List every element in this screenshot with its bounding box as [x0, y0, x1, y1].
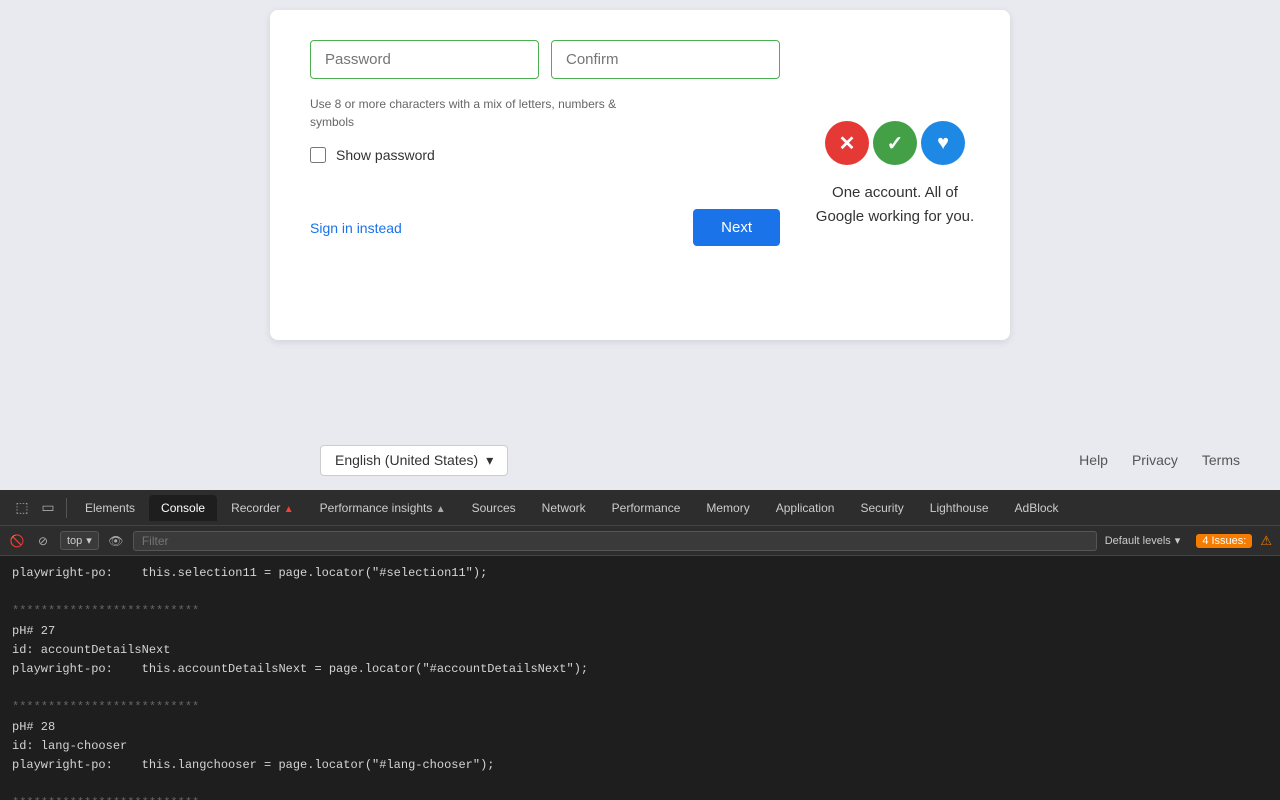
tab-application[interactable]: Application	[764, 495, 847, 521]
lang-chevron-icon: ▾	[486, 452, 493, 469]
password-input[interactable]	[310, 40, 539, 79]
console-line-5	[12, 679, 1268, 698]
card-left: Use 8 or more characters with a mix of l…	[310, 40, 780, 310]
lang-selector[interactable]: English (United States) ▾	[320, 445, 508, 476]
default-levels-chevron-icon: ▾	[1175, 534, 1181, 547]
page-footer: English (United States) ▾ Help Privacy T…	[0, 430, 1280, 490]
console-line-0: playwright-po: this.selection11 = page.l…	[12, 564, 1268, 583]
default-levels-selector[interactable]: Default levels ▾	[1105, 534, 1181, 547]
console-separator-1: **************************	[12, 602, 1268, 621]
issues-badge[interactable]: 4 Issues:	[1196, 534, 1252, 548]
default-levels-label: Default levels	[1105, 535, 1171, 547]
tab-console[interactable]: Console	[149, 495, 217, 521]
tab-security[interactable]: Security	[848, 495, 915, 521]
show-password-label: Show password	[336, 147, 435, 163]
clear-console-icon[interactable]: 🚫	[8, 532, 26, 550]
top-frame-selector[interactable]: top ▾	[60, 531, 99, 550]
logo-green-icon: ✓	[873, 121, 917, 165]
show-password-row: Show password	[310, 147, 780, 163]
console-output[interactable]: playwright-po: this.selection11 = page.l…	[0, 556, 1280, 800]
privacy-link[interactable]: Privacy	[1132, 452, 1178, 468]
devtools-panel: ⬚ ▭ Elements Console Recorder ▲ Performa…	[0, 490, 1280, 800]
show-password-checkbox[interactable]	[310, 147, 326, 163]
console-line-6: pH# 28	[12, 718, 1268, 737]
tab-lighthouse[interactable]: Lighthouse	[918, 495, 1001, 521]
console-line-7: id: lang-chooser	[12, 737, 1268, 756]
console-separator-2: **************************	[12, 698, 1268, 717]
devtools-device-icon[interactable]: ▭	[38, 498, 58, 518]
google-logo-area: ✕ ✓ ♥	[825, 121, 965, 165]
next-button[interactable]: Next	[693, 209, 780, 246]
filter-input[interactable]	[133, 531, 1097, 551]
password-row	[310, 40, 780, 79]
console-line-4: playwright-po: this.accountDetailsNext =…	[12, 660, 1268, 679]
top-dropdown-icon: ▾	[86, 534, 92, 547]
console-line-8: playwright-po: this.langchooser = page.l…	[12, 756, 1268, 775]
tab-memory[interactable]: Memory	[694, 495, 761, 521]
console-line-3: id: accountDetailsNext	[12, 641, 1268, 660]
confirm-input[interactable]	[551, 40, 780, 79]
account-card: Use 8 or more characters with a mix of l…	[270, 10, 1010, 340]
main-page-area: Use 8 or more characters with a mix of l…	[0, 0, 1280, 430]
help-link[interactable]: Help	[1079, 452, 1108, 468]
card-right: ✕ ✓ ♥ One account. All of Google working…	[810, 40, 980, 310]
perf-insights-triangle-icon: ▲	[436, 504, 446, 515]
tab-adblock[interactable]: AdBlock	[1003, 495, 1071, 521]
tab-elements[interactable]: Elements	[73, 495, 147, 521]
password-hint: Use 8 or more characters with a mix of l…	[310, 95, 630, 131]
tab-performance-insights[interactable]: Performance insights ▲	[308, 495, 458, 521]
eye-icon[interactable]: 👁	[107, 532, 125, 550]
console-separator-3: **************************	[12, 794, 1268, 800]
tab-recorder[interactable]: Recorder ▲	[219, 495, 306, 521]
issues-warning-icon: ⚠	[1260, 533, 1272, 549]
tab-network[interactable]: Network	[530, 495, 598, 521]
card-actions: Sign in instead Next	[310, 209, 780, 246]
console-line-1	[12, 583, 1268, 602]
logo-red-icon: ✕	[825, 121, 869, 165]
tab-sources[interactable]: Sources	[460, 495, 528, 521]
console-toolbar: 🚫 ⊘ top ▾ 👁 Default levels ▾ 4 Issues: ⚠	[0, 526, 1280, 556]
lang-label: English (United States)	[335, 452, 478, 468]
devtools-inspect-icon[interactable]: ⬚	[12, 498, 32, 518]
logo-blue-icon: ♥	[921, 121, 965, 165]
console-line-2: pH# 27	[12, 622, 1268, 641]
devtools-sidebar-icons: ⬚ ▭	[4, 498, 67, 518]
footer-links: Help Privacy Terms	[1079, 452, 1240, 468]
console-filter-icon[interactable]: ⊘	[34, 532, 52, 550]
console-line-9	[12, 775, 1268, 794]
devtools-tabs: ⬚ ▭ Elements Console Recorder ▲ Performa…	[0, 490, 1280, 526]
sign-in-link[interactable]: Sign in instead	[310, 220, 402, 236]
tab-performance[interactable]: Performance	[600, 495, 693, 521]
recorder-triangle-icon: ▲	[284, 504, 294, 515]
google-tagline: One account. All of Google working for y…	[810, 181, 980, 229]
terms-link[interactable]: Terms	[1202, 452, 1240, 468]
top-label: top	[67, 535, 82, 547]
